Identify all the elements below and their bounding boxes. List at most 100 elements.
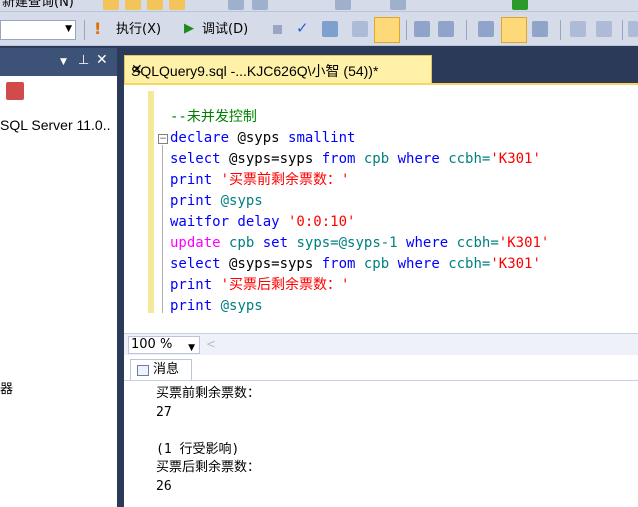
open-file-icon[interactable] [103,0,119,10]
query-designer-icon[interactable] [352,21,368,37]
redo-icon[interactable] [390,0,406,10]
tree-item-partial[interactable]: 器 [0,378,13,397]
toolbar-separator [406,20,407,40]
execute-button[interactable]: 执行(X) [116,22,161,38]
code-string: '买票前剩余票数：' [212,172,350,188]
code-keyword: from [321,151,356,167]
code-keyword: print [170,277,213,293]
debug-play-icon: ▶ [184,21,194,36]
pin-icon[interactable]: ⊥ [78,53,89,68]
code-type: smallint [288,130,356,146]
code-column: ccbh= [439,151,491,167]
code-string: 'K301' [498,235,550,251]
code-column: ccbh= [439,256,491,272]
code-expression: syps=@syps-1 [288,235,407,251]
object-explorer-header: ▼ ⊥ ✕ [0,48,117,76]
code-string: '0:0:10' [279,214,356,230]
increase-indent-icon[interactable] [596,21,612,37]
toolbar-overflow-icon[interactable] [628,21,638,37]
debug-button[interactable]: 调试(D) [202,22,248,38]
code-keyword: print [170,298,213,314]
divider [124,380,638,381]
code-keyword: select [170,256,221,272]
close-icon[interactable]: ✕ [96,52,108,68]
database-combo[interactable]: ▼ [0,20,76,40]
tab-messages[interactable]: 消息 [130,359,192,381]
collapse-icon[interactable]: − [158,134,168,144]
code-variable: @syps [229,130,289,146]
code-table: cpb [355,151,398,167]
code-comment: --未并发控制 [170,109,257,125]
toolbar-separator [84,20,85,40]
chevron-down-icon: ▼ [65,24,72,34]
change-tracking-bar [148,91,154,313]
tab-messages-label: 消息 [153,362,180,377]
close-tab-icon[interactable]: ✕ [131,61,143,78]
copy-icon[interactable] [169,0,185,10]
code-keyword: update [170,235,221,251]
paste-icon[interactable] [252,0,268,10]
comment-icon[interactable] [414,21,430,37]
save-icon[interactable] [125,0,141,10]
code-keyword: set [262,235,289,251]
disconnect-icon[interactable] [6,82,24,100]
code-table: cpb [220,235,263,251]
messages-icon [137,365,149,376]
messages-output[interactable]: 买票前剩余票数： 27 (1 行受影响) 买票后剩余票数： 26 [156,385,260,496]
query-editor[interactable]: − --未并发控制 declare @syps smallint select … [124,83,638,333]
object-explorer: ▼ ⊥ ✕ SQL Server 11.0.. 器 [0,48,117,507]
results-pane: 消息 买票前剩余票数： 27 (1 行受影响) 买票后剩余票数： 26 [124,355,638,507]
message-line: 买票前剩余票数： [156,386,261,401]
uncomment-icon[interactable] [438,21,454,37]
dropdown-arrow-icon[interactable]: ▼ [60,57,67,67]
code-text: --未并发控制 declare @syps smallint select @s… [170,107,549,317]
save-all-icon[interactable] [147,0,163,10]
code-expression: @syps=syps [220,256,322,272]
code-keyword: where [397,256,440,272]
chevron-down-icon: ▼ [188,343,195,353]
server-node-label[interactable]: SQL Server 11.0.. [0,117,111,133]
code-keyword: from [321,256,356,272]
menu-bar: 新建查询(N) [0,0,638,12]
new-query-button[interactable]: 新建查询(N) [2,0,74,11]
results-to-grid-icon[interactable] [501,17,527,43]
code-expression: @syps=syps [220,151,322,167]
decrease-indent-icon[interactable] [570,21,586,37]
estimated-plan-icon[interactable] [322,21,338,37]
message-line [156,422,260,441]
message-line: 26 [156,478,172,494]
fold-guide [162,145,163,313]
scroll-left-icon[interactable]: < [206,337,216,351]
cut-icon[interactable] [228,0,244,10]
code-variable: @syps [212,298,263,314]
include-plan-icon[interactable] [532,21,548,37]
sql-toolbar: ▼ ! 执行(X) ▶ 调试(D) ✓ [0,12,638,46]
zoom-select[interactable]: 100 % ▼ [128,336,200,354]
code-keyword: where [397,151,440,167]
code-keyword: waitfor delay [170,214,280,230]
code-string: 'K301' [490,151,541,167]
code-column: ccbh= [448,235,499,251]
code-table: cpb [355,256,398,272]
message-line: 27 [156,404,172,420]
code-string: '买票后剩余票数：' [212,277,350,293]
run-icon[interactable] [512,0,528,10]
message-line: 买票后剩余票数： [156,460,261,475]
tab-title: SQLQuery9.sql -...KJC626Q\小智 (54))* [131,63,379,79]
code-keyword: select [170,151,221,167]
code-keyword: where [406,235,449,251]
object-explorer-toolbar: SQL Server 11.0.. [0,76,117,160]
tab-sqlquery9[interactable]: SQLQuery9.sql -...KJC626Q\小智 (54))* ✕ [124,55,432,83]
code-keyword: print [170,172,213,188]
code-string: 'K301' [490,256,541,272]
parse-check-icon[interactable]: ✓ [296,19,309,37]
results-to-text-icon[interactable] [478,21,494,37]
undo-icon[interactable] [335,0,351,10]
results-to-file-icon[interactable] [374,17,400,43]
toolbar-separator [560,20,561,40]
zoom-bar: 100 % ▼ < [124,333,638,355]
code-keyword: print [170,193,213,209]
toolbar-separator [622,20,623,40]
code-keyword: declare [170,130,230,146]
stop-icon[interactable] [273,25,282,34]
